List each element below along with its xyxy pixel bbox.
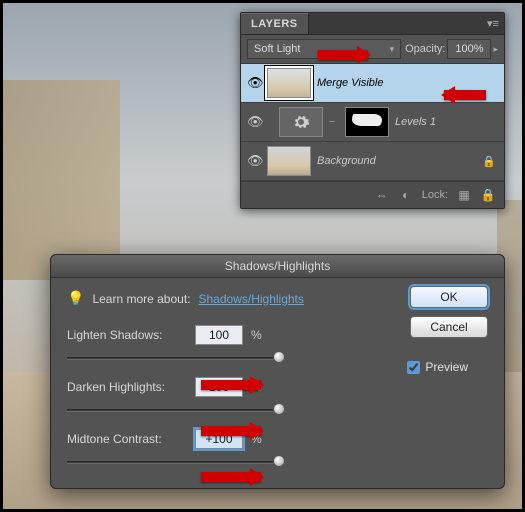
layers-tab-bar: LAYERS ▾≡ xyxy=(241,13,504,35)
midtone-contrast-row: Midtone Contrast: +100 % xyxy=(67,429,488,449)
eye-icon[interactable]: 👁 xyxy=(247,75,261,91)
layer-thumb[interactable] xyxy=(267,146,311,176)
layers-footer: ⇔ ◐ Lock: ▦ 🔒 xyxy=(241,181,504,208)
mask-thumb[interactable] xyxy=(345,107,389,137)
cancel-button[interactable]: Cancel xyxy=(410,316,488,338)
blend-mode-value: Soft Light xyxy=(254,43,300,55)
layer-thumb[interactable] xyxy=(267,68,311,98)
preview-checkbox-input[interactable] xyxy=(407,361,420,374)
background-art-left xyxy=(0,80,120,280)
layer-name: Background xyxy=(317,155,474,167)
opacity-label: Opacity: xyxy=(405,43,445,55)
layer-row-levels[interactable]: 👁 ~ Levels 1 xyxy=(241,103,504,142)
annotation-arrow xyxy=(201,426,261,436)
ok-button[interactable]: OK xyxy=(410,286,488,308)
eye-icon[interactable]: 👁 xyxy=(247,114,261,130)
annotation-arrow xyxy=(201,380,261,390)
darken-highlights-row: Darken Highlights: 100 % xyxy=(67,377,488,397)
lock-all-icon[interactable]: 🔒 xyxy=(480,187,496,203)
learn-more-link[interactable]: Shadows/Highlights xyxy=(199,292,304,306)
layers-tab[interactable]: LAYERS xyxy=(241,13,309,34)
shadows-highlights-dialog: Shadows/Highlights 💡 Learn more about: S… xyxy=(50,254,505,489)
annotation-arrow xyxy=(201,472,261,482)
lock-label: Lock: xyxy=(422,189,448,201)
opacity-field[interactable]: 100% xyxy=(447,39,491,59)
lightbulb-icon: 💡 xyxy=(67,290,84,307)
link-layers-icon[interactable]: ⇔ xyxy=(374,187,390,203)
unit: % xyxy=(251,328,262,342)
layer-row-background[interactable]: 👁 Background 🔒 xyxy=(241,142,504,181)
layer-name: Levels 1 xyxy=(395,116,498,128)
midtone-contrast-label: Midtone Contrast: xyxy=(67,432,187,446)
layer-name: Merge Visible xyxy=(317,77,498,89)
preview-checkbox[interactable]: Preview xyxy=(407,360,468,374)
annotation-arrow xyxy=(318,50,368,60)
annotation-arrow xyxy=(444,90,486,100)
eye-icon[interactable]: 👁 xyxy=(247,153,261,169)
opacity-chevron-icon[interactable]: ▸ xyxy=(493,44,498,55)
link-icon: ~ xyxy=(329,117,339,128)
darken-highlights-slider[interactable] xyxy=(67,401,285,419)
lock-icon: 🔒 xyxy=(480,155,498,168)
dialog-title: Shadows/Highlights xyxy=(51,255,504,278)
lighten-shadows-slider[interactable] xyxy=(67,349,285,367)
panel-menu-icon[interactable]: ▾≡ xyxy=(482,17,504,30)
layers-panel: LAYERS ▾≡ Soft Light Opacity: 100% ▸ 👁 M… xyxy=(240,12,505,209)
fx-icon[interactable]: ◐ xyxy=(398,187,414,203)
lighten-shadows-label: Lighten Shadows: xyxy=(67,328,187,342)
darken-highlights-label: Darken Highlights: xyxy=(67,380,187,394)
lock-pixels-icon[interactable]: ▦ xyxy=(456,187,472,203)
lighten-shadows-field[interactable]: 100 xyxy=(195,325,243,345)
learn-more-prefix: Learn more about: xyxy=(92,292,190,306)
adjustment-thumb[interactable] xyxy=(279,107,323,137)
